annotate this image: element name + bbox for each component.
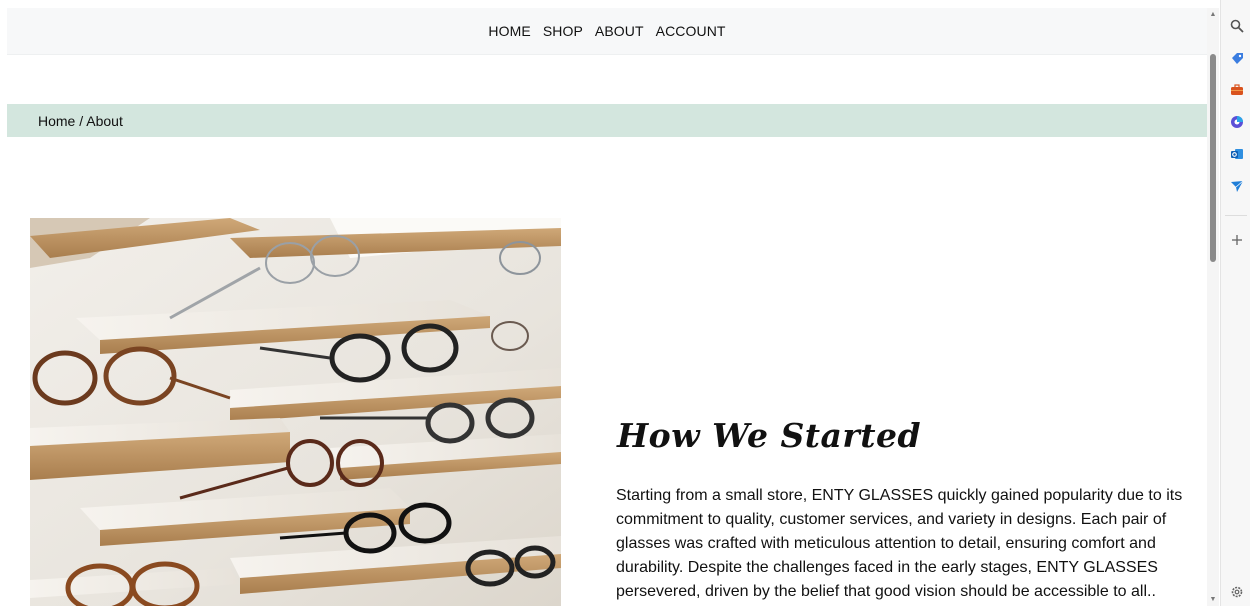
browser-sidebar	[1220, 0, 1250, 606]
scroll-thumb[interactable]	[1210, 54, 1216, 262]
breadcrumb: Home / About	[7, 104, 1207, 137]
nav-home-link[interactable]: HOME	[488, 23, 530, 39]
copilot-icon[interactable]	[1229, 114, 1245, 130]
nav-shop-link[interactable]: SHOP	[543, 23, 583, 39]
breadcrumb-text: Home / About	[38, 112, 123, 129]
page-content: HOME SHOP ABOUT ACCOUNT Home / About How…	[7, 8, 1207, 606]
send-icon[interactable]	[1229, 178, 1245, 194]
nav-account-link[interactable]: ACCOUNT	[656, 23, 726, 39]
eyeglasses-display-image	[30, 218, 561, 606]
briefcase-icon[interactable]	[1229, 82, 1245, 98]
vertical-scrollbar[interactable]: ▲ ▼	[1207, 8, 1219, 606]
add-icon[interactable]	[1229, 232, 1245, 248]
story-title: How We Started	[617, 416, 922, 455]
tag-icon[interactable]	[1229, 50, 1245, 66]
nav-about-link[interactable]: ABOUT	[595, 23, 644, 39]
outlook-icon[interactable]	[1229, 146, 1245, 162]
browser-viewport: HOME SHOP ABOUT ACCOUNT Home / About How…	[0, 0, 1250, 606]
story-paragraph: Starting from a small store, ENTY GLASSE…	[616, 487, 1183, 600]
sidebar-divider	[1225, 215, 1247, 216]
settings-icon[interactable]	[1229, 584, 1245, 600]
search-icon[interactable]	[1229, 18, 1245, 34]
scroll-up-arrow-icon[interactable]: ▲	[1209, 11, 1217, 19]
top-navigation: HOME SHOP ABOUT ACCOUNT	[7, 8, 1207, 55]
scroll-down-arrow-icon[interactable]: ▼	[1209, 596, 1217, 604]
